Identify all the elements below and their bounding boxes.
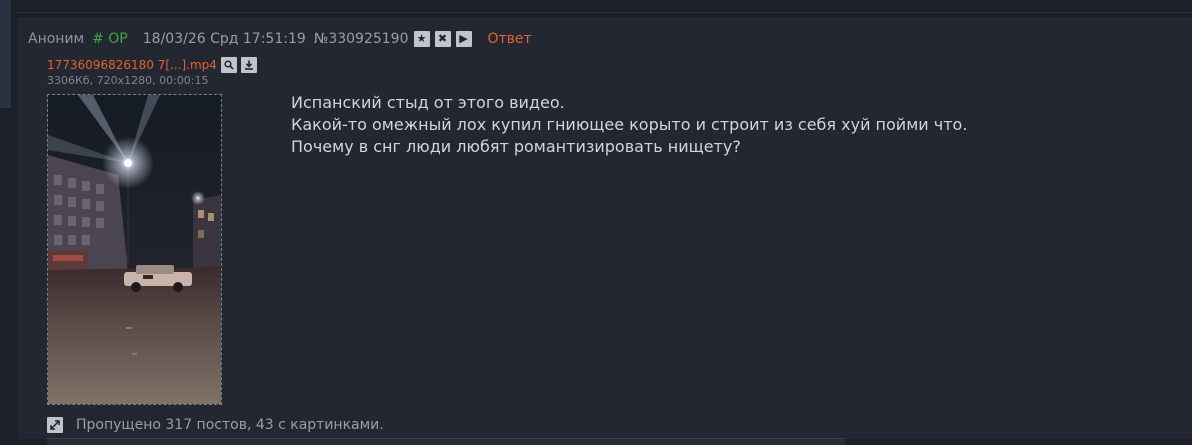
file-name-link[interactable]: 17736096826180 7[...].mp4: [47, 58, 217, 72]
message-line: Испанский стыд от этого видео.: [291, 93, 565, 112]
post-message: Испанский стыд от этого видео. Какой-то …: [291, 92, 967, 158]
post-number[interactable]: №330925190: [314, 31, 409, 47]
message-line: Почему в снг люди любят романтизировать …: [291, 137, 741, 156]
scrollbar-thumb[interactable]: [0, 0, 11, 108]
star-icon[interactable]: ★: [413, 31, 430, 47]
download-icon[interactable]: [240, 57, 257, 73]
thread-op-post: Аноним # OP 18/03/26 Срд 17:51:19 №33092…: [18, 18, 1192, 439]
file-info: 17736096826180 7[...].mp4 3306Кб, 720x12…: [47, 56, 257, 90]
expand-icon[interactable]: [47, 417, 63, 433]
op-tag: # OP: [92, 31, 128, 47]
previous-post-border: [18, 0, 1192, 13]
file-meta: 3306Кб, 720x1280, 00:00:15: [47, 74, 209, 87]
close-icon[interactable]: ✖: [434, 31, 451, 47]
omitted-text: Пропущено 317 постов, 43 с картинками.: [76, 417, 384, 433]
search-icon[interactable]: [220, 57, 237, 73]
post-header: Аноним # OP 18/03/26 Срд 17:51:19 №33092…: [28, 30, 532, 48]
omitted-posts: Пропущено 317 постов, 43 с картинками.: [47, 417, 384, 433]
post-date: 18/03/26 Срд 17:51:19: [142, 31, 306, 47]
play-icon[interactable]: ▶: [455, 31, 472, 47]
message-line: Какой-то омежный лох купил гниющее корыт…: [291, 115, 968, 134]
post-author: Аноним: [28, 31, 85, 47]
video-thumbnail[interactable]: [47, 94, 222, 405]
reply-button[interactable]: Ответ: [488, 31, 532, 47]
